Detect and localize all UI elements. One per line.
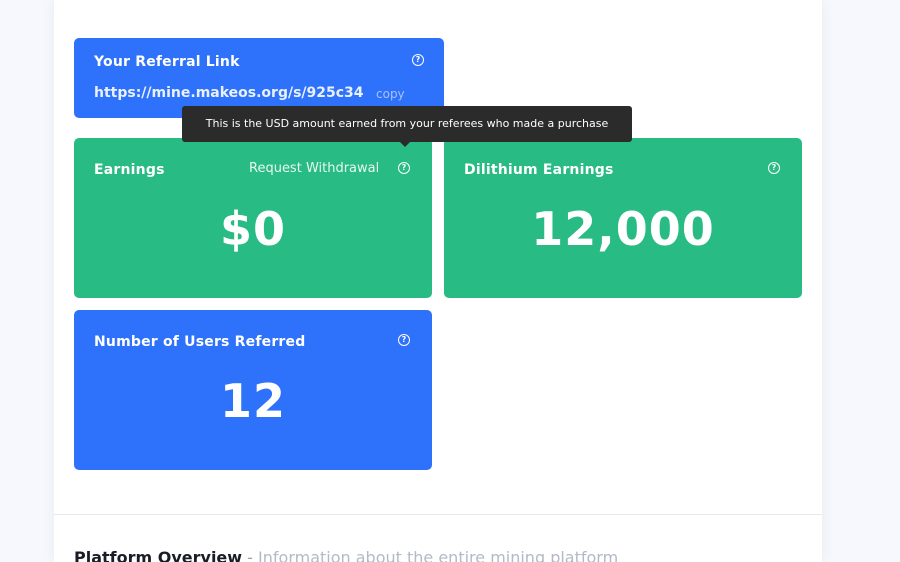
earnings-card: Earnings Request Withdrawal ? $0 — [74, 138, 432, 298]
users-referred-title: Number of Users Referred — [94, 334, 306, 350]
earnings-tooltip: This is the USD amount earned from your … — [182, 106, 632, 147]
heading-separator: - — [247, 548, 253, 562]
dilithium-earnings-value: 12,000 — [531, 202, 715, 256]
tooltip-arrow — [400, 142, 410, 147]
earnings-value: $0 — [219, 202, 286, 256]
help-icon[interactable]: ? — [398, 334, 410, 346]
users-referred-value: 12 — [219, 374, 286, 428]
request-withdrawal-link[interactable]: Request Withdrawal — [249, 161, 379, 176]
dilithium-earnings-title: Dilithium Earnings — [464, 162, 614, 178]
platform-overview-heading: Platform Overview - Information about th… — [74, 548, 618, 562]
referral-link-title: Your Referral Link — [94, 54, 240, 70]
platform-overview-title: Platform Overview — [74, 548, 243, 562]
earnings-title: Earnings — [94, 162, 165, 178]
tooltip-text: This is the USD amount earned from your … — [205, 117, 609, 130]
main-panel: Your Referral Link ? https://mine.makeos… — [54, 0, 822, 562]
copy-link-button[interactable]: copy — [376, 87, 405, 101]
referral-url: https://mine.makeos.org/s/925c34 — [94, 85, 364, 101]
users-referred-card: Number of Users Referred ? 12 — [74, 310, 432, 470]
section-divider — [54, 514, 822, 515]
help-icon[interactable]: ? — [412, 54, 424, 66]
help-icon[interactable]: ? — [398, 162, 410, 174]
help-icon[interactable]: ? — [768, 162, 780, 174]
platform-overview-subtitle: Information about the entire mining plat… — [258, 548, 619, 562]
dilithium-earnings-card: Dilithium Earnings ? 12,000 — [444, 138, 802, 298]
